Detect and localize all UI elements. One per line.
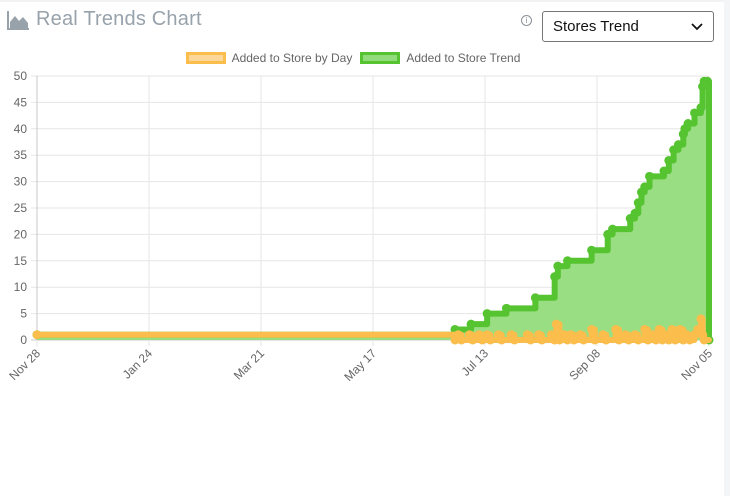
daily-point [699, 335, 709, 345]
trend-point [633, 198, 643, 208]
daily-point [601, 335, 611, 345]
daily-point [509, 335, 519, 345]
x-tick-label: Nov 28 [6, 346, 43, 383]
trend-point [608, 224, 618, 234]
y-tick-label: 0 [20, 333, 27, 347]
daily-point [670, 335, 680, 345]
y-tick-label: 50 [14, 69, 28, 83]
daily-point [667, 324, 677, 334]
daily-point [551, 319, 561, 329]
y-tick-label: 15 [14, 254, 28, 268]
daily-point [456, 335, 466, 345]
y-tick-label: 35 [14, 148, 28, 162]
x-tick-label: Jan 24 [120, 346, 156, 382]
x-tick-label: Mar 21 [231, 346, 268, 383]
trend-point [530, 293, 540, 303]
trend-point [550, 272, 560, 282]
y-tick-label: 45 [14, 95, 28, 109]
daily-point [537, 335, 547, 345]
daily-point [587, 324, 597, 334]
daily-point [526, 335, 536, 345]
trend-point [553, 261, 563, 271]
x-tick-label: Sep 08 [566, 346, 603, 383]
daily-point [696, 314, 706, 324]
daily-point [633, 335, 643, 345]
trend-point [482, 309, 492, 319]
daily-point [485, 335, 495, 345]
trend-point [501, 303, 511, 313]
y-tick-label: 5 [20, 307, 27, 321]
daily-point [579, 335, 589, 345]
y-tick-label: 40 [14, 122, 28, 136]
trend-point [696, 103, 706, 113]
daily-point [497, 335, 507, 345]
trend-point [587, 245, 597, 255]
trend-point [673, 140, 683, 150]
y-tick-label: 25 [14, 201, 28, 215]
x-tick-label: Nov 05 [678, 346, 715, 383]
trend-point [563, 256, 573, 266]
trend-point [640, 182, 650, 192]
x-tick-label: Jul 13 [459, 346, 492, 379]
trend-point [702, 76, 712, 86]
trend-point [645, 171, 655, 181]
trend-chart: 0 5 10 15 20 25 30 35 40 45 50 Nov 28 Jan 24 Mar 21 Ma… [6, 69, 715, 384]
trend-point [683, 119, 693, 129]
trend-point [664, 155, 674, 165]
y-tick-label: 30 [14, 175, 28, 189]
daily-point [590, 335, 600, 345]
y-tick-label: 20 [14, 227, 28, 241]
daily-point [611, 324, 621, 334]
trend-point [630, 208, 640, 218]
trend-point [659, 166, 669, 176]
x-tick-label: May 17 [341, 346, 379, 384]
daily-point [640, 324, 650, 334]
trend-point [466, 319, 476, 329]
daily-point [32, 330, 42, 340]
y-tick-label: 10 [14, 280, 28, 294]
